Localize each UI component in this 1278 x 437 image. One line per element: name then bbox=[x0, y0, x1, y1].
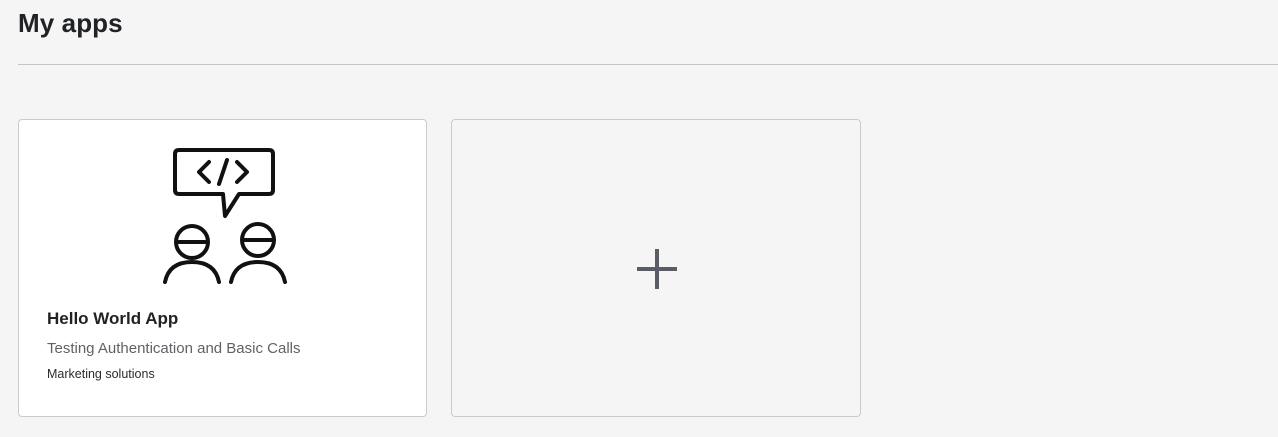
app-category: Marketing solutions bbox=[47, 367, 155, 381]
header-divider bbox=[18, 64, 1278, 65]
app-name: Hello World App bbox=[47, 309, 179, 328]
my-apps-page: My apps Hello World App Testing Authenti… bbox=[0, 0, 1278, 437]
app-description: Testing Authentication and Basic Calls bbox=[47, 340, 301, 357]
page-title: My apps bbox=[18, 8, 123, 38]
developers-chat-icon bbox=[163, 148, 287, 284]
add-app-card[interactable] bbox=[451, 119, 861, 417]
plus-icon bbox=[637, 249, 677, 289]
app-card[interactable]: Hello World App Testing Authentication a… bbox=[18, 119, 427, 417]
